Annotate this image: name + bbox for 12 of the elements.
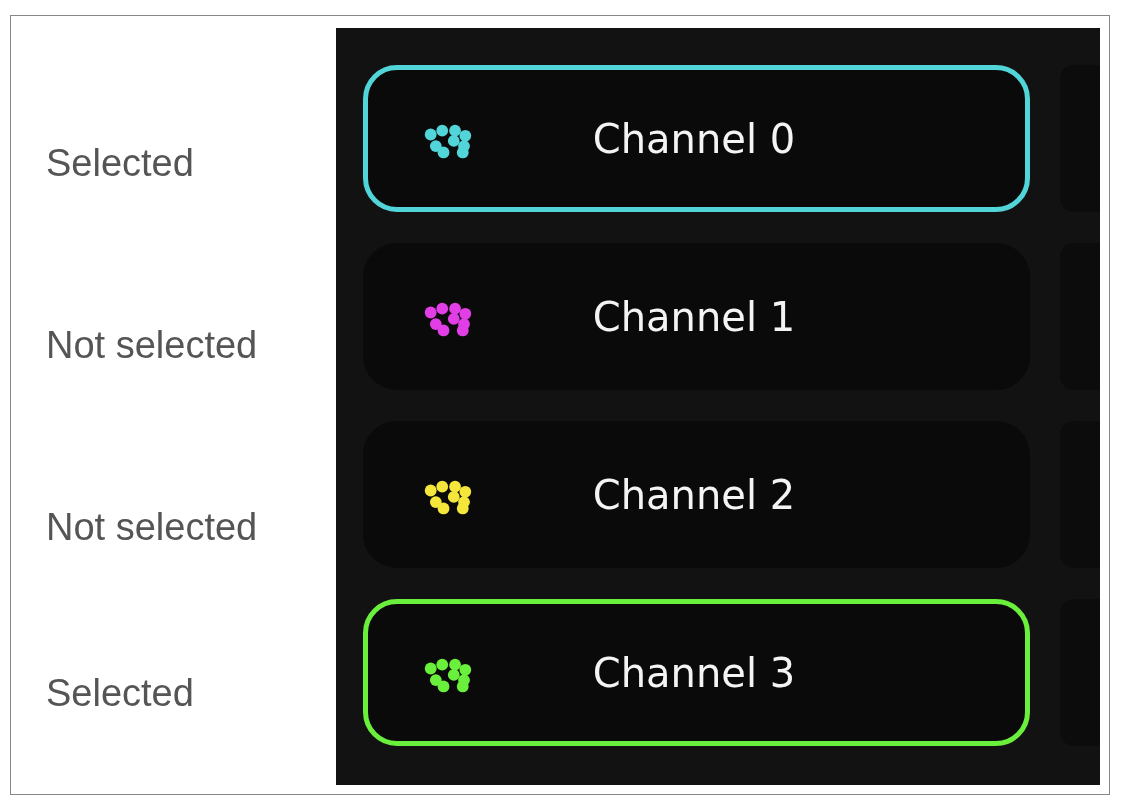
state-label: Not selected: [46, 323, 258, 367]
channel-name: Channel 0: [591, 115, 797, 162]
state-label: Not selected: [46, 505, 258, 549]
channel-name: Channel 3: [591, 649, 797, 696]
channel-card[interactable]: Channel 2: [363, 421, 1030, 568]
state-label: Selected: [46, 671, 194, 715]
channel-card[interactable]: Channel 0: [363, 65, 1030, 212]
channel-name: Channel 2: [591, 471, 797, 518]
channel-name: Channel 1: [591, 293, 797, 340]
channel-card[interactable]: Channel 1: [363, 243, 1030, 390]
channel-card[interactable]: Channel 3: [363, 599, 1030, 746]
state-label: Selected: [46, 141, 194, 185]
